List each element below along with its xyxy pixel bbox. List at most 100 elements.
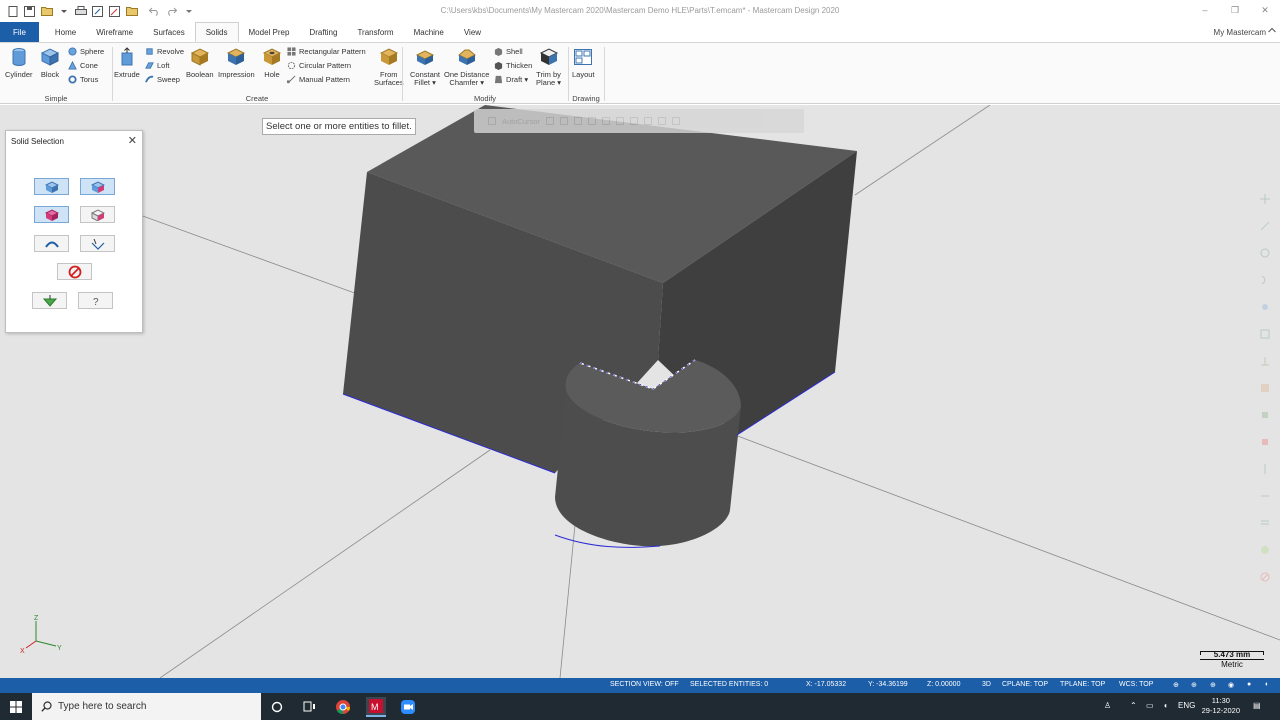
- view-toolbar-icon[interactable]: [1259, 409, 1271, 421]
- people-icon[interactable]: ♙: [1104, 701, 1111, 710]
- zoom-icon[interactable]: [398, 697, 418, 717]
- snap-icon[interactable]: [629, 117, 638, 125]
- minimize-button[interactable]: –: [1190, 0, 1220, 20]
- one-distance-chamfer-button[interactable]: One Distance Chamfer ▾: [444, 47, 489, 87]
- tab-home[interactable]: Home: [45, 22, 86, 42]
- save-icon[interactable]: [23, 5, 36, 18]
- task-view-icon[interactable]: [299, 697, 319, 717]
- edge-select-button[interactable]: [34, 206, 69, 223]
- shaded-display-icon[interactable]: ⊕: [1210, 681, 1216, 689]
- revolve-button[interactable]: Revolve: [145, 47, 184, 56]
- block-button[interactable]: Block: [40, 47, 60, 79]
- taskbar-search-input[interactable]: Type here to search: [32, 693, 261, 720]
- cortana-icon[interactable]: [267, 697, 287, 717]
- new-file-icon[interactable]: [6, 5, 19, 18]
- draft-button[interactable]: Draft ▾: [494, 75, 528, 84]
- tab-model-prep[interactable]: Model Prep: [239, 22, 300, 42]
- panel-close-button[interactable]: ✕: [128, 134, 137, 147]
- view-toolbar-icon[interactable]: [1259, 247, 1271, 259]
- view-toolbar-icon[interactable]: [1259, 490, 1271, 502]
- view-toolbar-icon[interactable]: [1259, 193, 1271, 205]
- tab-wireframe[interactable]: Wireframe: [86, 22, 143, 42]
- collapse-ribbon-icon[interactable]: [1268, 26, 1276, 35]
- view-toolbar-icon[interactable]: [1259, 382, 1271, 394]
- layout-button[interactable]: Layout: [572, 47, 595, 79]
- manual-pattern-button[interactable]: Manual Pattern: [287, 75, 350, 84]
- view-toolbar-icon[interactable]: [1259, 220, 1271, 232]
- globe-icon[interactable]: ⊕: [1173, 681, 1179, 689]
- open-folder-icon[interactable]: [40, 5, 53, 18]
- view-toolbar-icon[interactable]: [1259, 436, 1271, 448]
- snap-icon[interactable]: [657, 117, 666, 125]
- tplane-status[interactable]: TPLANE: TOP: [1060, 681, 1105, 688]
- volume-icon[interactable]: ◖: [1163, 701, 1168, 710]
- wireframe-display-icon[interactable]: ⊕: [1191, 681, 1197, 689]
- model-scene[interactable]: [0, 105, 1280, 678]
- view-toolbar-icon[interactable]: [1259, 571, 1271, 583]
- body-select-button[interactable]: [34, 178, 69, 195]
- hole-button[interactable]: Hole: [262, 47, 282, 79]
- constant-fillet-button[interactable]: Constant Fillet ▾: [410, 47, 440, 87]
- cone-button[interactable]: Cone: [68, 61, 98, 70]
- tab-drafting[interactable]: Drafting: [299, 22, 347, 42]
- shaded-edges-icon[interactable]: ◉: [1228, 681, 1234, 689]
- boolean-button[interactable]: Boolean: [186, 47, 214, 79]
- folder-icon[interactable]: [125, 5, 138, 18]
- tab-solids[interactable]: Solids: [194, 22, 239, 42]
- impression-button[interactable]: Impression: [218, 47, 255, 79]
- tab-machine[interactable]: Machine: [404, 22, 454, 42]
- chrome-icon[interactable]: [333, 697, 353, 717]
- autocursor-toolbar[interactable]: AutoCursor: [474, 109, 804, 133]
- edit-icon[interactable]: [108, 5, 121, 18]
- translucency-icon[interactable]: ●: [1247, 681, 1251, 688]
- loft-button[interactable]: Loft: [145, 61, 170, 70]
- trim-by-plane-button[interactable]: Trim by Plane ▾: [536, 47, 561, 87]
- snap-icon[interactable]: [601, 117, 610, 125]
- face-select-button[interactable]: [80, 178, 115, 195]
- view-toolbar-icon[interactable]: [1259, 544, 1271, 556]
- from-surfaces-button[interactable]: From Surfaces: [374, 47, 404, 87]
- snap-icon[interactable]: [587, 117, 596, 125]
- view-toolbar-icon[interactable]: [1259, 274, 1271, 286]
- section-view-status[interactable]: SECTION VIEW: OFF: [610, 681, 679, 688]
- view-toolbar-icon[interactable]: [1259, 328, 1271, 340]
- tab-file[interactable]: File: [0, 22, 39, 42]
- battery-icon[interactable]: ▭: [1146, 701, 1154, 710]
- feature-select-button[interactable]: [80, 206, 115, 223]
- maximize-button[interactable]: ❐: [1220, 0, 1250, 20]
- dropdown-icon[interactable]: [57, 5, 70, 18]
- sphere-button[interactable]: Sphere: [68, 47, 104, 56]
- tab-transform[interactable]: Transform: [347, 22, 403, 42]
- snap-icon[interactable]: [573, 117, 582, 125]
- snap-icon[interactable]: [559, 117, 568, 125]
- loop-select-button[interactable]: [34, 235, 69, 252]
- clear-selection-button[interactable]: [57, 263, 92, 280]
- autocursor-icon[interactable]: [488, 117, 496, 125]
- language-indicator[interactable]: ENG: [1178, 701, 1195, 710]
- mastercam-icon[interactable]: M: [366, 697, 386, 717]
- tab-surfaces[interactable]: Surfaces: [143, 22, 195, 42]
- view-toolbar-icon[interactable]: [1259, 301, 1271, 313]
- snap-icon[interactable]: [643, 117, 652, 125]
- cplane-status[interactable]: CPLANE: TOP: [1002, 681, 1048, 688]
- view-toolbar-icon[interactable]: [1259, 463, 1271, 475]
- help-button[interactable]: ?: [78, 292, 113, 309]
- vertex-select-button[interactable]: [80, 235, 115, 252]
- shell-button[interactable]: Shell: [494, 47, 523, 56]
- circular-pattern-button[interactable]: Circular Pattern: [287, 61, 351, 70]
- sweep-button[interactable]: Sweep: [145, 75, 180, 84]
- print-icon[interactable]: [74, 5, 87, 18]
- start-button[interactable]: [0, 693, 32, 720]
- snap-icon[interactable]: [615, 117, 624, 125]
- mode-3d-toggle[interactable]: 3D: [982, 681, 991, 688]
- save-as-icon[interactable]: [91, 5, 104, 18]
- rectangular-pattern-button[interactable]: Rectangular Pattern: [287, 47, 366, 56]
- show-hidden-icons[interactable]: ⌃: [1130, 701, 1137, 710]
- redo-icon[interactable]: [165, 5, 178, 18]
- cylinder-button[interactable]: Cylinder: [5, 47, 33, 79]
- extrude-button[interactable]: Extrude: [114, 47, 140, 79]
- accept-button[interactable]: [32, 292, 67, 309]
- torus-button[interactable]: Torus: [68, 75, 98, 84]
- display-options-icon[interactable]: ◐: [1265, 681, 1269, 688]
- view-toolbar-icon[interactable]: [1259, 355, 1271, 367]
